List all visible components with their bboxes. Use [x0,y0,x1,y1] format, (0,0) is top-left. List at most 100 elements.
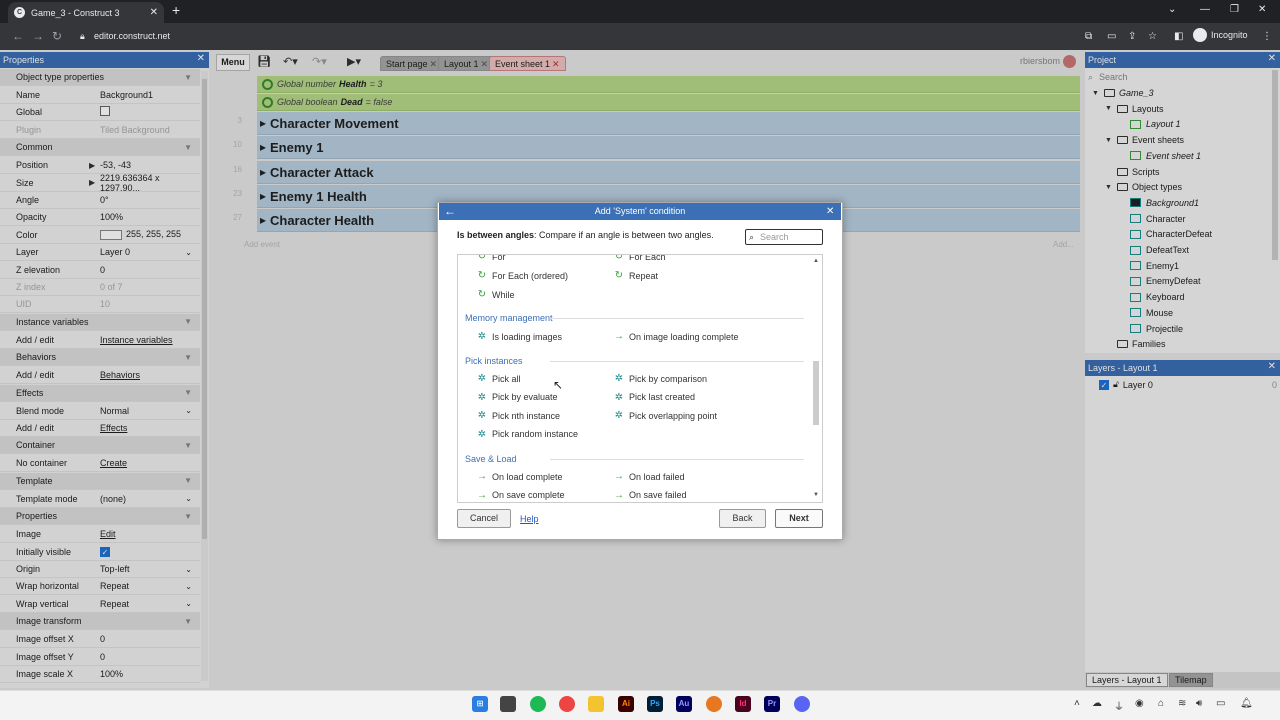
construct-favicon-icon: C [14,7,25,18]
condition-item[interactable]: → On image loading complete [613,331,739,342]
tab-search-icon[interactable]: ⌄ [1168,4,1176,15]
bell-icon[interactable]: 🔔︎ [1240,698,1253,709]
condition-category: Memory management [465,313,553,323]
loop-icon: ↻ [477,270,487,281]
condition-item[interactable]: ↻ While [476,289,515,300]
condition-label: Pick by comparison [629,373,708,384]
install-app-icon[interactable]: ⧉ [1085,31,1092,42]
cast-icon[interactable]: ▭ [1107,31,1116,42]
dialog-back-arrow-icon[interactable]: ← [444,203,456,220]
audition-icon[interactable]: Au [676,696,692,712]
share-icon[interactable]: ⇪ [1128,31,1136,42]
condition-label: For Each (ordered) [492,270,569,281]
forward-icon[interactable]: → [32,29,44,43]
condition-name: Is between angles [457,230,535,240]
cancel-button[interactable]: Cancel [457,509,511,528]
condition-label: Is loading images [492,331,563,342]
close-window-icon[interactable]: ✕ [1258,4,1266,15]
scroll-down-icon[interactable]: ▼ [813,492,819,498]
condition-item[interactable]: → On save failed [613,490,687,501]
trigger-arrow-icon: → [614,471,624,482]
condition-label: Pick last created [629,392,696,403]
restore-icon[interactable]: ❐ [1230,4,1239,15]
dialog-close-icon[interactable]: ✕ [826,203,834,220]
gear-icon: ✲ [614,373,624,384]
lock-icon: 🔒︎ [80,31,85,41]
condition-item[interactable]: ✲ Pick all [476,373,521,384]
condition-item[interactable]: ✲ Pick nth instance [476,410,560,421]
url-field[interactable]: 🔒︎ editor.construct.net [74,27,1069,46]
battery-icon[interactable]: ▭ [1216,698,1225,709]
url-text: editor.construct.net [94,31,171,41]
browser-menu-icon[interactable]: ⋮ [1262,31,1272,42]
condition-item[interactable]: → On save complete [476,490,565,501]
chrome-icon[interactable] [559,696,575,712]
condition-item[interactable]: → On load complete [476,471,563,482]
condition-label: Pick all [492,373,521,384]
usb-icon[interactable]: ⏚ [1114,698,1124,713]
gear-icon: ✲ [477,373,487,384]
illustrator-icon[interactable]: Ai [618,696,634,712]
condition-label: On image loading complete [629,331,739,342]
loop-icon: ↻ [614,270,624,281]
condition-item[interactable]: ✲ Is loading images [476,331,562,342]
indesign-icon[interactable]: Id [735,696,751,712]
condition-label: Repeat [629,270,659,281]
fl-studio-icon[interactable] [706,696,722,712]
category-divider [550,361,804,362]
close-tab-icon[interactable]: ✕ [150,7,158,18]
reload-icon[interactable]: ↻ [52,29,62,43]
scroll-up-icon[interactable]: ▲ [813,258,819,264]
condition-item[interactable]: ✲ Pick overlapping point [613,410,717,421]
next-button[interactable]: Next [775,509,823,528]
condition-item[interactable]: → On load failed [613,471,685,482]
trigger-arrow-icon: → [614,331,624,342]
search-placeholder: Search [760,232,789,242]
wifi-icon[interactable]: ≋ [1178,698,1186,709]
windows-taskbar [0,690,1280,720]
condition-item[interactable]: ↻ Repeat [613,270,658,281]
spotify-icon[interactable] [530,696,546,712]
gear-icon: ✲ [477,391,487,403]
back-button[interactable]: Back [719,509,766,528]
photoshop-icon[interactable]: Ps [647,696,663,712]
steam-icon[interactable]: ◉ [1135,698,1144,709]
file-explorer-icon[interactable] [588,696,604,712]
condition-item[interactable]: ✲ Pick by evaluate [476,392,558,403]
incognito-icon [1193,28,1207,42]
condition-label: Pick overlapping point [629,410,718,421]
condition-desc-text: : Compare if an angle is between two ang… [534,230,714,240]
condition-item[interactable]: ✲ Pick last created [613,392,695,403]
gear-icon: ✲ [614,410,624,422]
help-link[interactable]: Help [520,514,539,524]
onedrive-icon[interactable]: ☁ [1092,698,1102,709]
network-icon[interactable]: ⌂ [1158,698,1164,709]
browser-tab-title: Game_3 - Construct 3 [31,7,120,18]
back-icon[interactable]: ← [12,29,24,43]
gear-icon: ✲ [477,410,487,422]
browser-tab[interactable]: C Game_3 - Construct 3 ✕ [8,2,164,23]
discord-icon[interactable] [794,696,810,712]
sidepanel-icon[interactable]: ◧ [1174,31,1183,42]
volume-icon[interactable]: 🔊︎ [1196,698,1202,709]
trigger-arrow-icon: → [614,489,624,501]
condition-item[interactable]: ✲ Pick random instance [476,429,578,440]
condition-item[interactable]: ✲ Pick by comparison [613,373,707,384]
loop-icon: ↻ [477,289,487,300]
minimize-icon[interactable]: — [1200,4,1210,15]
incognito-badge[interactable]: Incognito [1193,28,1248,42]
dialog-title: Add 'System' condition [439,203,841,220]
new-tab-icon[interactable]: + [172,2,180,18]
condition-label: Pick random instance [492,429,579,440]
task-view-icon[interactable] [500,696,516,712]
condition-category: Save & Load [465,454,517,464]
condition-item[interactable]: ↻ For Each (ordered) [476,270,568,281]
tray-chevron-icon[interactable]: ˄ [1074,698,1080,709]
dialog-search-input[interactable]: ⌕ Search [745,229,823,245]
bookmark-star-icon[interactable]: ☆ [1148,31,1157,42]
condition-list-scrollbar[interactable]: ▲ ▼ [812,258,820,501]
premiere-icon[interactable]: Pr [764,696,780,712]
gear-icon: ✲ [614,391,624,403]
start-menu-icon[interactable]: ⊞ [472,696,488,712]
condition-label: While [492,289,515,300]
